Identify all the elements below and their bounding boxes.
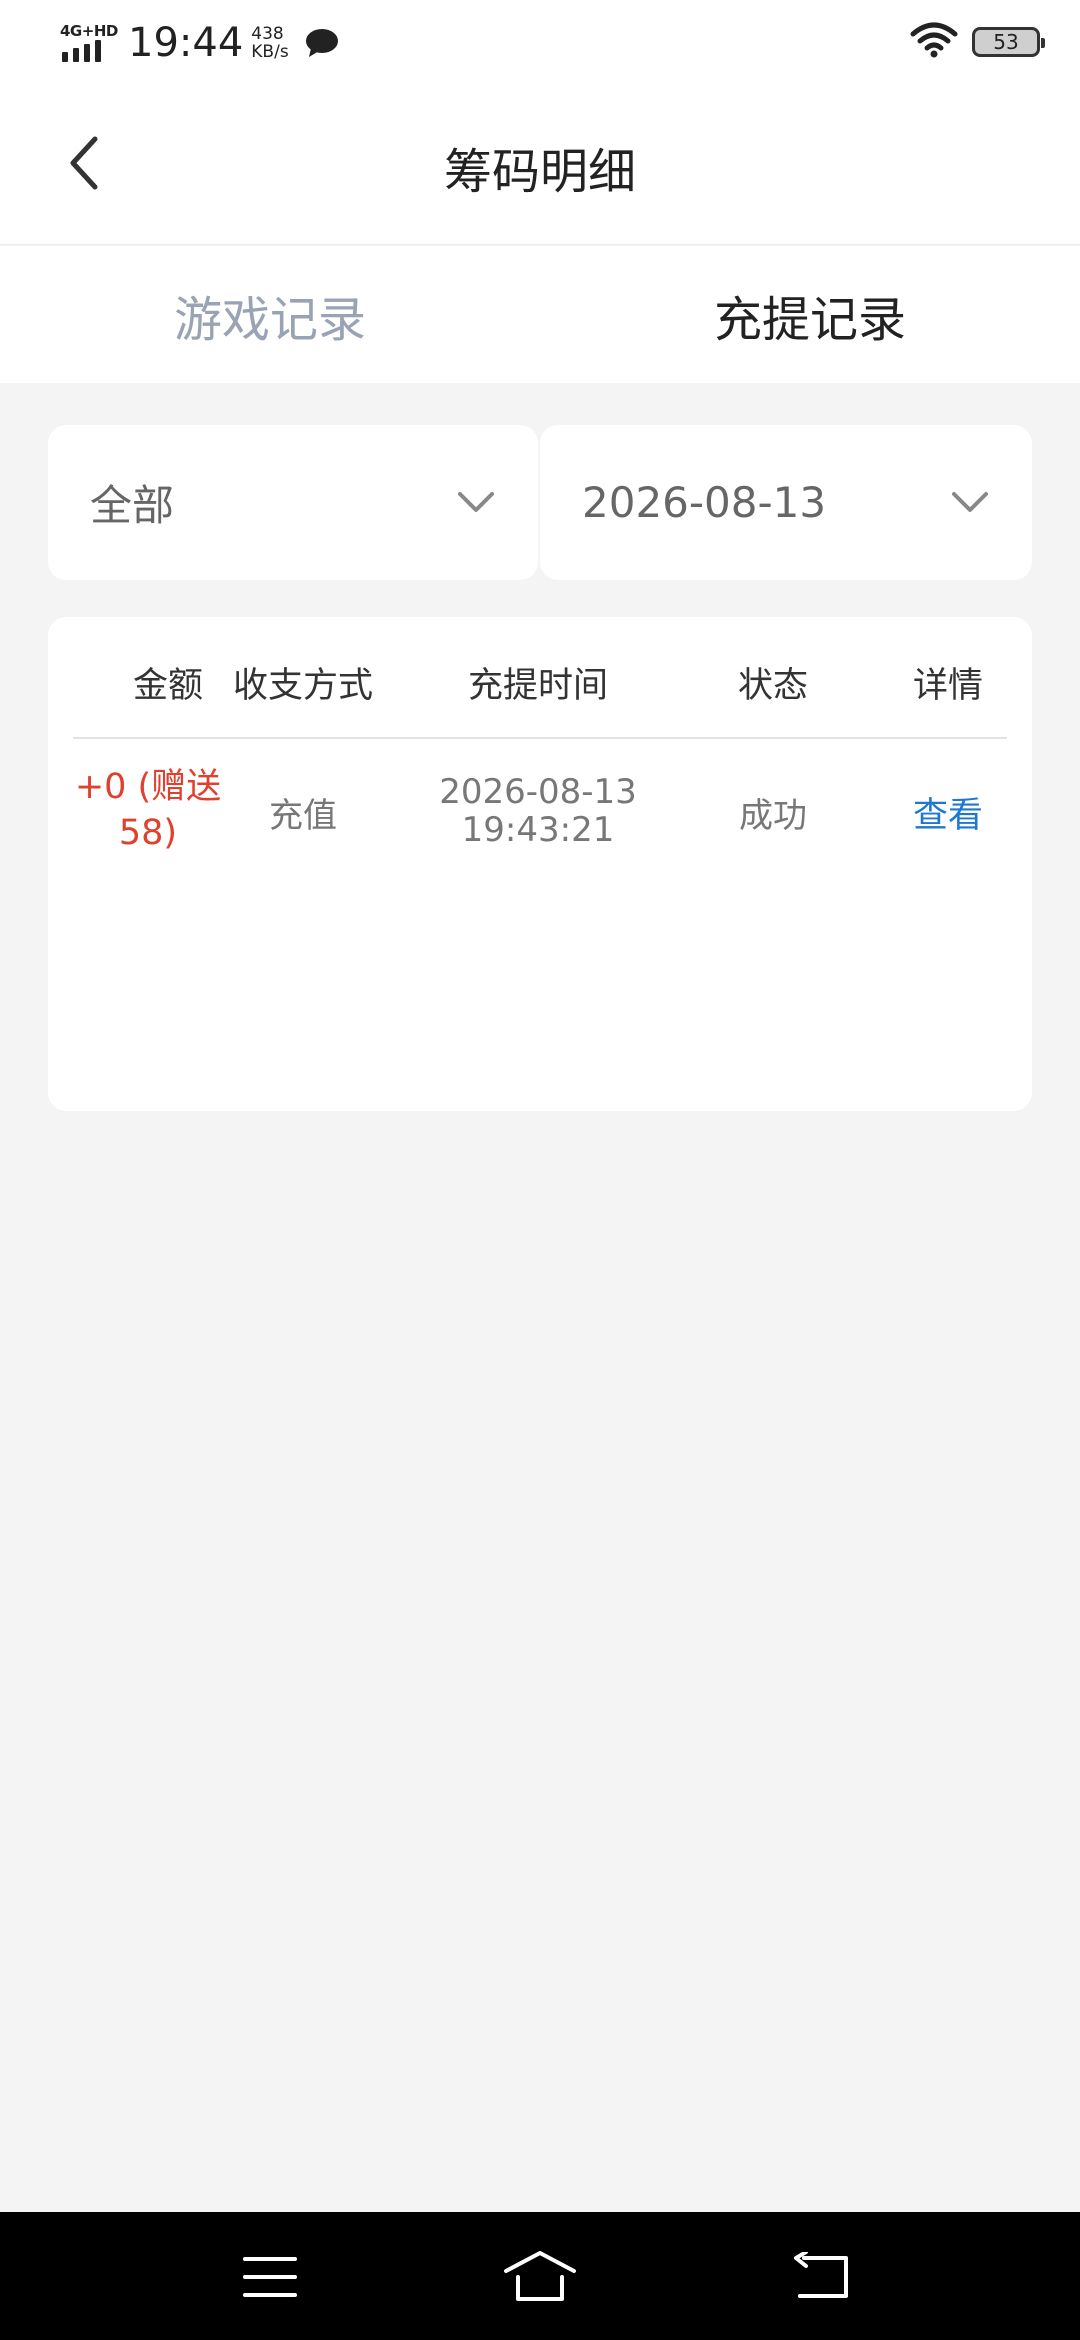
chevron-down-icon bbox=[952, 492, 988, 512]
table-row: +0 (赠送 58) 充值 2026-08-13 19:43:21 成功 查看 bbox=[48, 739, 1032, 939]
menu-button[interactable] bbox=[230, 2242, 310, 2312]
network-type: 4G+HD bbox=[60, 22, 118, 40]
row-amount-line2: 58) bbox=[118, 813, 178, 853]
date-filter-value: 2026-08-13 bbox=[582, 478, 827, 527]
system-nav-bar bbox=[0, 2212, 1080, 2340]
column-header-method: 收支方式 bbox=[232, 666, 373, 706]
return-icon bbox=[794, 2252, 848, 2298]
chevron-down-icon bbox=[458, 492, 494, 512]
view-detail-link[interactable]: 查看 bbox=[888, 797, 1008, 835]
row-method: 充值 bbox=[269, 796, 337, 836]
home-icon bbox=[504, 2251, 576, 2301]
row-amount-line1: +0 (赠送 bbox=[74, 767, 222, 807]
table-header: 金额 收支方式 充提时间 状态 详情 bbox=[48, 617, 1032, 737]
speed-unit: KB/s bbox=[251, 42, 289, 62]
battery-icon: 53 bbox=[972, 27, 1045, 57]
date-filter-select[interactable]: 2026-08-13 bbox=[540, 425, 1032, 580]
status-left: 4G+HD 19:44 438 KB/s bbox=[58, 18, 339, 68]
status-bar: 4G+HD 19:44 438 KB/s 53 bbox=[0, 0, 1080, 84]
page-title: 筹码明细 bbox=[443, 144, 636, 200]
row-status: 成功 bbox=[739, 796, 807, 836]
records-table: 金额 收支方式 充提时间 状态 详情 +0 (赠送 58) 充值 2026-08… bbox=[48, 617, 1032, 1111]
menu-icon bbox=[243, 2257, 297, 2297]
network-speed: 438 KB/s bbox=[251, 25, 288, 61]
message-icon bbox=[305, 28, 339, 58]
row-date: 2026-08-13 bbox=[439, 772, 637, 812]
row-time: 19:43:21 bbox=[461, 810, 615, 850]
speed-value: 438 bbox=[251, 24, 284, 44]
column-header-detail: 详情 bbox=[912, 666, 983, 706]
type-filter-select[interactable]: 全部 bbox=[48, 425, 538, 580]
column-header-status: 状态 bbox=[737, 666, 808, 706]
status-right: 53 bbox=[910, 22, 1045, 62]
column-header-amount: 金额 bbox=[132, 666, 203, 706]
battery-level: 53 bbox=[993, 30, 1019, 54]
back-nav-button[interactable] bbox=[782, 2242, 862, 2312]
clock: 19:44 bbox=[128, 20, 244, 66]
tab-game-records[interactable]: 游戏记录 bbox=[0, 246, 540, 383]
app-header: 筹码明细 bbox=[0, 84, 1080, 245]
home-button[interactable] bbox=[500, 2242, 580, 2312]
type-filter-value: 全部 bbox=[90, 481, 175, 530]
row-amount: +0 (赠送 58) bbox=[68, 764, 228, 856]
column-header-time: 充提时间 bbox=[467, 666, 608, 706]
tab-deposit-withdraw-records[interactable]: 充提记录 bbox=[540, 246, 1080, 383]
row-datetime: 2026-08-13 19:43:21 bbox=[408, 773, 668, 849]
signal-icon: 4G+HD bbox=[58, 22, 120, 64]
tab-bar: 游戏记录 充提记录 bbox=[0, 246, 1080, 383]
wifi-icon bbox=[910, 22, 958, 62]
